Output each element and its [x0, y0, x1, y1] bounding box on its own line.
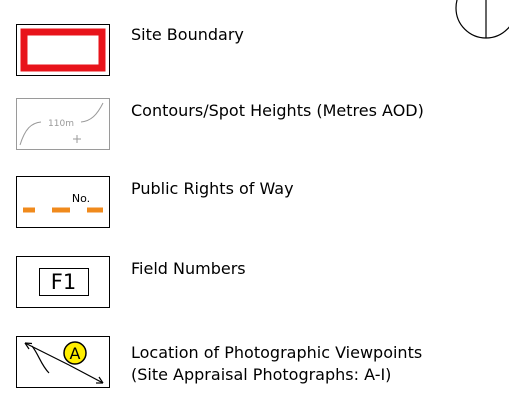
field-numbers-swatch: F1	[16, 256, 110, 308]
legend-item-site-boundary: Site Boundary	[16, 24, 506, 80]
site-boundary-swatch	[16, 24, 110, 76]
field-numbers-label: Field Numbers	[131, 259, 246, 278]
contour-swatch: 110m	[16, 98, 110, 150]
legend-item-viewpoints: A Location of Photographic Viewpoints (S…	[16, 336, 506, 396]
legend-item-rights-of-way: No. Public Rights of Way	[16, 176, 506, 232]
rights-of-way-label: Public Rights of Way	[131, 179, 294, 198]
legend-item-field-numbers: F1 Field Numbers	[16, 256, 506, 312]
site-boundary-label: Site Boundary	[131, 25, 244, 44]
right-of-way-number: No.	[72, 192, 90, 205]
viewpoints-label-line1: Location of Photographic Viewpoints	[131, 343, 423, 362]
field-number-box: F1	[39, 268, 89, 296]
rights-of-way-swatch: No.	[16, 176, 110, 228]
contours-label: Contours/Spot Heights (Metres AOD)	[131, 101, 424, 120]
field-number-text: F1	[51, 270, 76, 294]
viewpoint-letter: A	[70, 344, 81, 363]
legend-item-contours: 110m Contours/Spot Heights (Metres AOD)	[16, 98, 506, 154]
contour-value: 110m	[48, 119, 74, 129]
viewpoints-label-line2: (Site Appraisal Photographs: A-I)	[131, 365, 392, 384]
viewpoint-swatch: A	[16, 336, 110, 388]
